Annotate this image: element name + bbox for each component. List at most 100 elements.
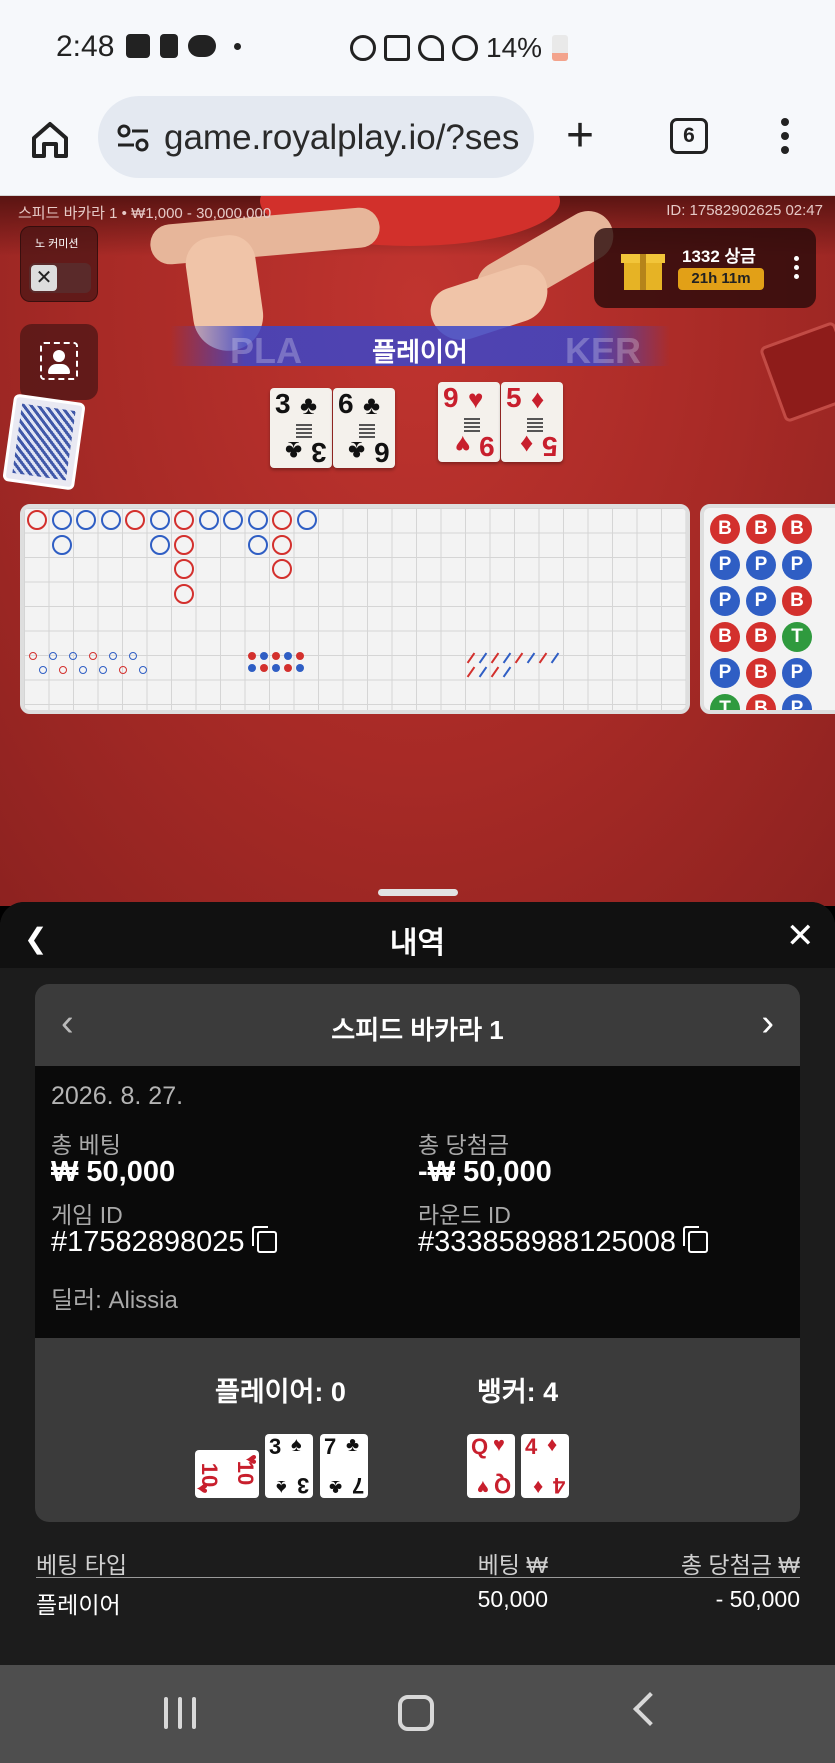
road-dot <box>296 652 304 660</box>
bead-p: P <box>782 550 812 580</box>
card-rank: 7 <box>351 1473 364 1498</box>
dnd-icon <box>452 35 478 61</box>
card-suit: ♥ <box>493 1434 505 1456</box>
address-bar[interactable]: game.royalplay.io/?ses <box>98 96 534 178</box>
home-button-icon[interactable] <box>398 1695 434 1731</box>
playing-card: 3 ♠ 3 ♠ <box>265 1434 313 1498</box>
card-rank: 3 <box>269 1434 282 1459</box>
bet-table-header: 베팅 타입 베팅 ₩ 총 당첨금 ₩ <box>36 1538 800 1578</box>
winner-banner: PLA KER 플레이어 <box>170 326 670 371</box>
recent-apps-icon[interactable] <box>164 1697 198 1729</box>
total-win-value: -₩ 50,000 <box>418 1156 552 1188</box>
playing-card: 7 ♣ 7 ♣ <box>320 1434 368 1498</box>
playing-card: 9 ♥ 9 ♥ <box>438 382 500 462</box>
road-dot <box>260 652 268 660</box>
more-icon[interactable] <box>794 256 800 283</box>
road-slash <box>490 652 500 664</box>
toggle-switch[interactable]: ✕ <box>29 263 91 293</box>
road-mark <box>272 534 292 555</box>
total-bet-value: ₩ 50,000 <box>51 1156 176 1188</box>
card-suit: ♣ <box>328 1476 342 1498</box>
bead-t: T <box>710 694 740 710</box>
road-dot <box>39 666 47 674</box>
card-rank: 5 <box>542 431 558 462</box>
road-mark <box>174 583 194 604</box>
card-suit: ♦ <box>532 1476 543 1498</box>
game-id-value: #17582898025 <box>51 1226 245 1258</box>
bead-b: B <box>710 514 740 544</box>
card-rank: 3 <box>311 437 327 468</box>
banker-result: 뱅커: 4 <box>477 1377 559 1407</box>
playing-card: 5 ♦ 5 ♦ <box>501 382 563 462</box>
card-rank: 5 <box>506 382 522 413</box>
road-mark <box>51 534 72 555</box>
road-dot <box>59 666 67 674</box>
next-icon[interactable]: › <box>761 1002 774 1045</box>
card-barcode <box>296 424 312 440</box>
round-id: ID: 17582902625 02:47 <box>666 202 823 219</box>
bead-b: B <box>710 622 740 652</box>
road-dot <box>248 664 256 672</box>
card-rank: 4 <box>525 1434 538 1459</box>
card-rank: Q <box>493 1473 511 1498</box>
battery-percent: 14% <box>486 32 543 63</box>
road-dot <box>79 666 87 674</box>
road-slash <box>466 652 476 664</box>
card-rank: 6 <box>338 388 354 419</box>
road-dot <box>129 652 137 660</box>
sheet-handle[interactable] <box>378 889 458 896</box>
road-dot <box>272 664 280 672</box>
road-dot <box>272 652 280 660</box>
card-rank: 7 <box>324 1434 337 1459</box>
no-commission-toggle[interactable]: 노 커미션 ✕ <box>20 226 98 302</box>
bet-table: 베팅 타입 베팅 ₩ 총 당첨금 ₩ 플레이어 50,000 - 50,000 <box>36 1538 800 1618</box>
card-suit: ♦ <box>531 384 545 414</box>
talk-icon <box>188 35 216 57</box>
card-suit: ♠ <box>276 1476 287 1498</box>
clock: 2:48 <box>56 30 115 63</box>
playing-card: 10 ♥ 10 ♥ <box>192 1450 262 1498</box>
card-suit: ♥ <box>192 1483 213 1494</box>
road-mark <box>149 534 170 555</box>
new-tab-button[interactable]: + <box>566 112 594 160</box>
bead-p: P <box>746 550 776 580</box>
road-dot <box>69 652 77 660</box>
sheet-title: 내역 <box>389 927 446 960</box>
copy-icon[interactable] <box>251 1226 277 1253</box>
bead-b: B <box>782 586 812 616</box>
playing-card: 6 ♣ 6 ♣ <box>333 388 395 468</box>
card-suit: ♣ <box>346 1434 360 1456</box>
tab-switcher-button[interactable]: 6 <box>670 118 708 154</box>
road-dot <box>119 666 127 674</box>
browser-menu-icon[interactable] <box>780 118 790 158</box>
status-bar: 2:48 14% <box>0 0 835 92</box>
road-dot <box>49 652 57 660</box>
road-mark <box>149 510 170 530</box>
card-barcode <box>527 418 543 434</box>
game-navigator: ‹ 스피드 바카라 1 › <box>35 984 800 1066</box>
prize-title: 1332 상금 <box>682 247 756 266</box>
road-slash <box>490 666 500 678</box>
notification-icons <box>126 34 241 58</box>
home-icon[interactable] <box>28 118 72 162</box>
road-mark <box>247 510 268 530</box>
browser-toolbar: game.royalplay.io/?ses + 6 <box>0 92 835 196</box>
road-mark <box>174 559 194 579</box>
road-dot <box>284 652 292 660</box>
bead-b: B <box>782 514 812 544</box>
copy-icon[interactable] <box>683 1226 709 1253</box>
site-settings-icon[interactable] <box>116 124 150 152</box>
prize-promo[interactable]: 1332 상금 21h 11m <box>594 228 816 308</box>
card-rank: 6 <box>374 437 390 468</box>
bead-road[interactable]: BBBPPPPPBBBTPBPTBP <box>700 504 835 714</box>
card-rank: 9 <box>443 382 459 413</box>
playing-card: 4 ♦ 4 ♦ <box>521 1434 569 1498</box>
total-win-label: 총 당첨금 <box>418 1132 510 1158</box>
close-icon[interactable]: ✕ <box>786 916 815 956</box>
back-button-icon[interactable] <box>633 1692 667 1726</box>
road-slash <box>478 652 488 664</box>
road-mark <box>174 510 194 530</box>
bead-b: B <box>746 694 776 710</box>
camera-view-button[interactable] <box>20 324 98 400</box>
player-result: 플레이어: 0 <box>215 1377 346 1407</box>
